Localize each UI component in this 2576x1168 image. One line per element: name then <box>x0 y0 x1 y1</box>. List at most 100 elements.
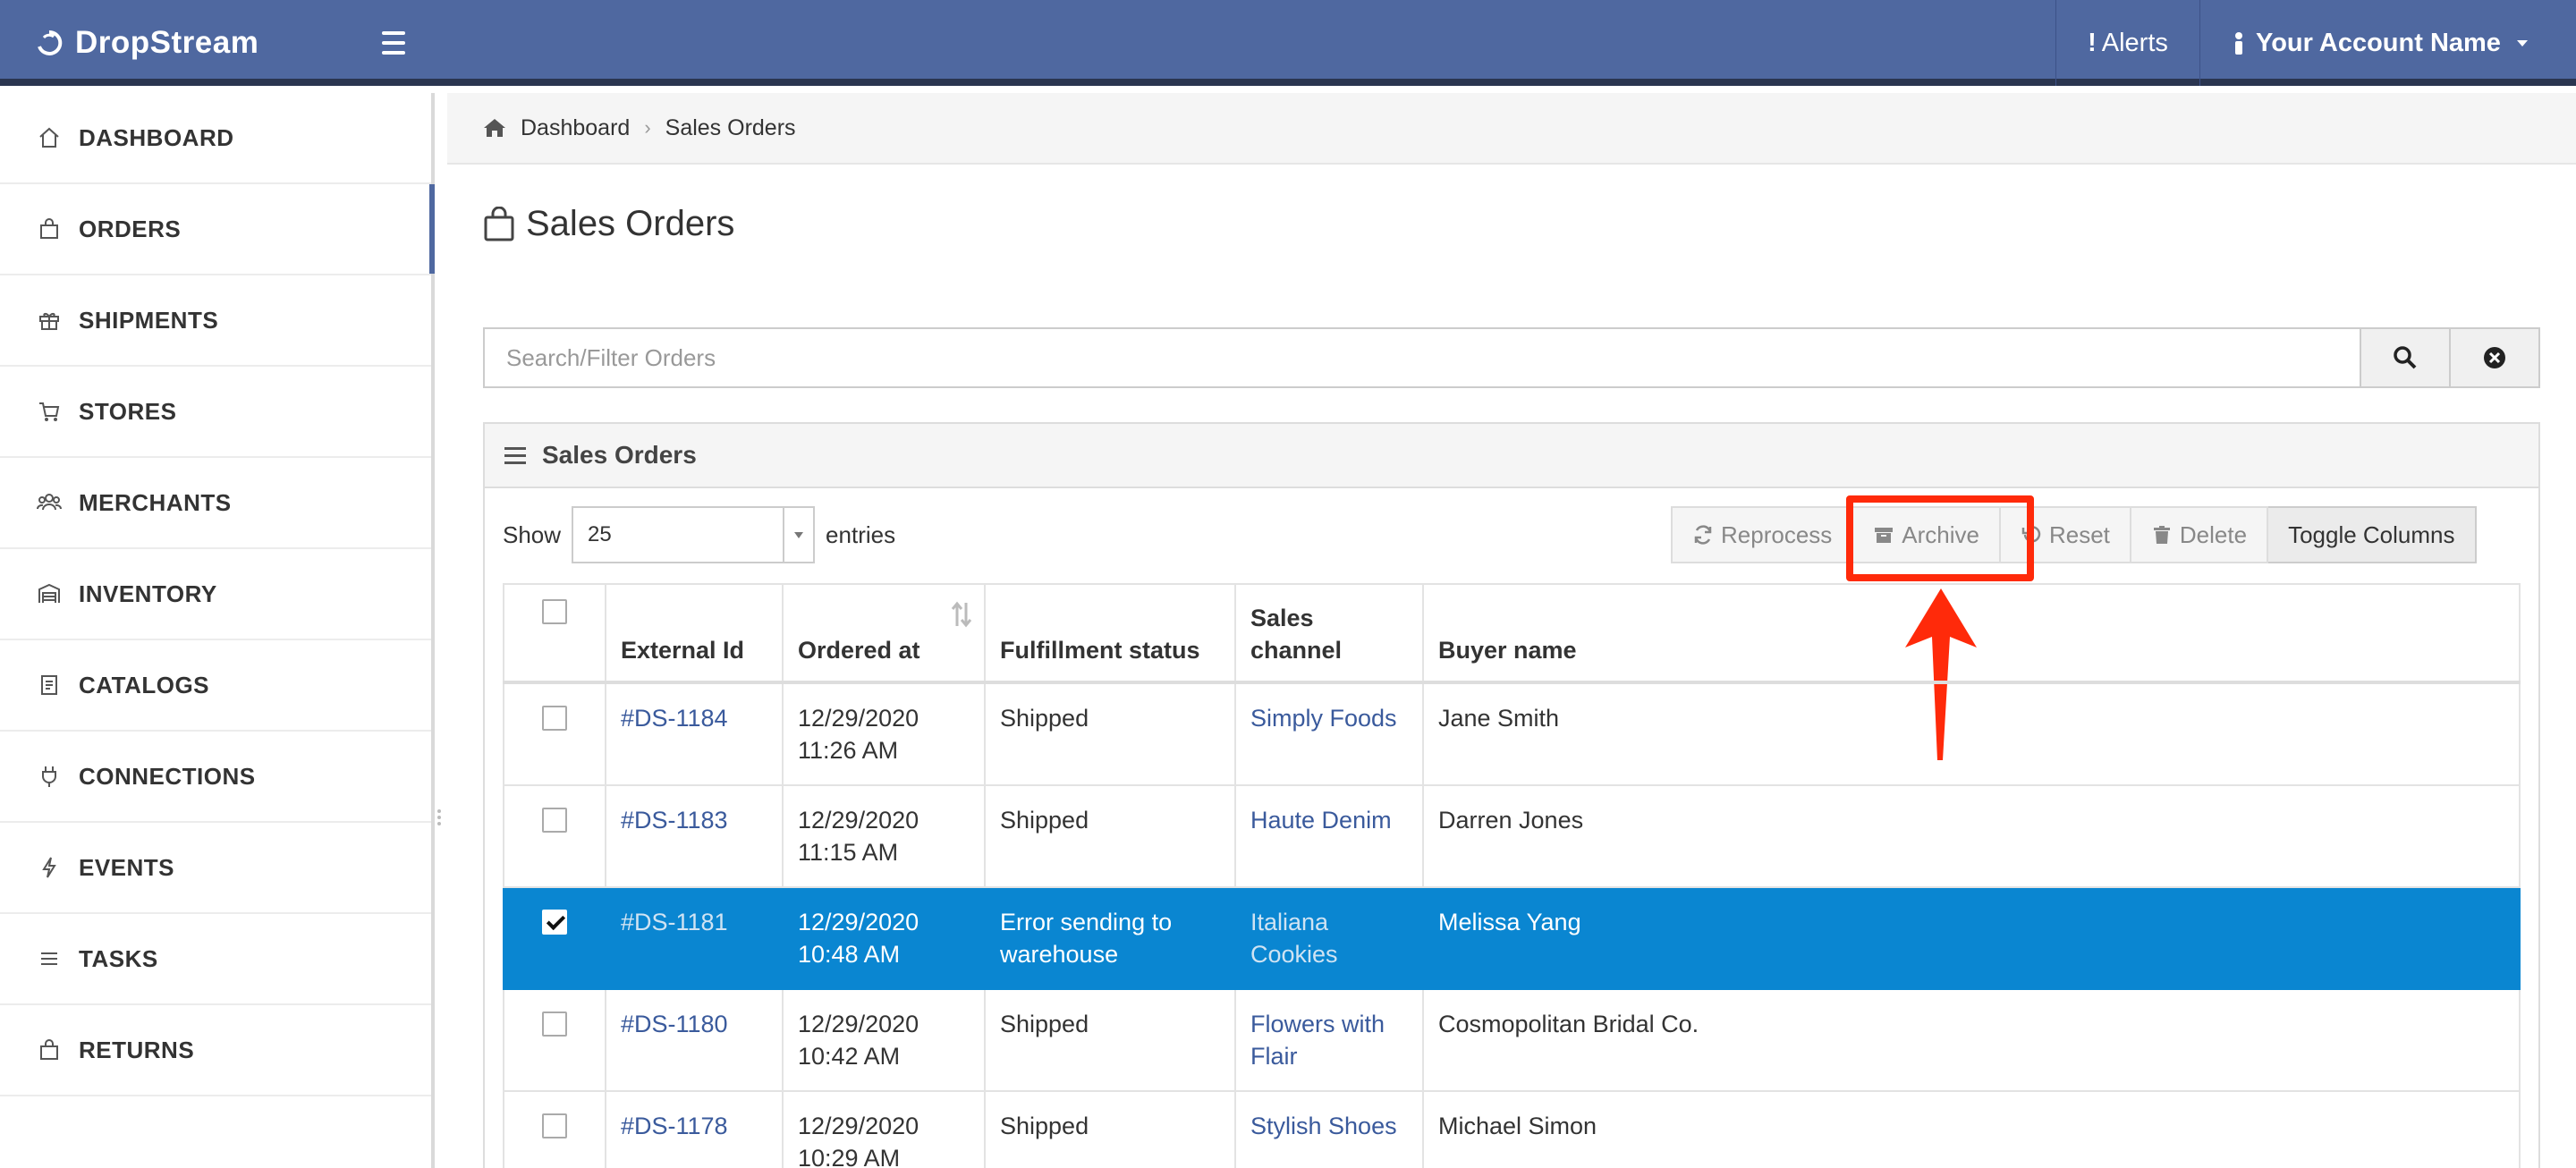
buyer-name-cell: Jane Smith <box>1422 681 2521 786</box>
order-id-link[interactable]: #DS-1178 <box>621 1113 728 1139</box>
row-checkbox[interactable] <box>542 1011 567 1037</box>
ordered-at-cell: 12/29/2020 10:48 AM <box>782 886 986 990</box>
reprocess-label: Reprocess <box>1721 521 1833 548</box>
table-action-buttons: Reprocess Archive Reset Delete Toggle Co… <box>1671 506 2477 563</box>
fulfillment-status-cell: Shipped <box>984 681 1236 786</box>
sidebar-item-dashboard[interactable]: DASHBOARD <box>0 93 431 184</box>
list-icon <box>36 945 63 972</box>
book-icon <box>36 672 63 698</box>
sidebar-item-connections[interactable]: CONNECTIONS <box>0 732 431 823</box>
gift-icon <box>36 307 63 334</box>
sales-channel-link[interactable]: Stylish Shoes <box>1250 1113 1397 1139</box>
chevron-down-icon <box>2516 39 2528 47</box>
sales-channel-link[interactable]: Simply Foods <box>1250 705 1397 732</box>
delete-button[interactable]: Delete <box>2131 506 2269 563</box>
column-header-buyer-name[interactable]: Buyer name <box>1422 583 2521 684</box>
entries-label: entries <box>826 521 896 548</box>
table-row-selected[interactable]: #DS-1181 12/29/2020 10:48 AM Error sendin… <box>503 886 2521 990</box>
column-header-sales-channel[interactable]: Sales channel <box>1234 583 1424 684</box>
panel-title: Sales Orders <box>542 441 697 469</box>
search-input[interactable] <box>483 327 2361 388</box>
shopping-bag-icon <box>36 216 63 242</box>
archive-button[interactable]: Archive <box>1853 506 2001 563</box>
column-header-fulfillment-status[interactable]: Fulfillment status <box>984 583 1236 684</box>
sidebar-item-label: STORES <box>79 397 177 425</box>
fulfillment-status-cell: Shipped <box>984 988 1236 1092</box>
account-name: Your Account Name <box>2256 28 2501 57</box>
select-all-checkbox[interactable] <box>542 599 567 624</box>
search-button[interactable] <box>2361 327 2451 388</box>
order-id-link[interactable]: #DS-1183 <box>621 807 728 834</box>
brand-name: DropStream <box>75 25 259 60</box>
brand-logo[interactable]: DropStream <box>36 0 258 86</box>
sidebar-resize-handle[interactable] <box>437 809 445 829</box>
plug-icon <box>36 763 63 790</box>
trash-icon <box>2153 526 2170 544</box>
ordered-at-cell: 12/29/2020 10:29 AM <box>782 1090 986 1168</box>
order-id-link[interactable]: #DS-1180 <box>621 1011 728 1037</box>
alerts-label: Alerts <box>2101 28 2168 57</box>
bolt-icon <box>36 854 63 881</box>
sidebar-item-merchants[interactable]: MERCHANTS <box>0 458 431 549</box>
sidebar-item-label: RETURNS <box>79 1036 195 1063</box>
row-checkbox[interactable] <box>542 706 567 731</box>
sales-channel-link[interactable]: Flowers with Flair <box>1250 1011 1385 1070</box>
menu-toggle-button[interactable] <box>376 25 411 61</box>
table-row[interactable]: #DS-1180 12/29/2020 10:42 AM Shipped Flow… <box>503 988 2521 1092</box>
breadcrumb-dashboard-link[interactable]: Dashboard <box>521 115 630 141</box>
clear-search-button[interactable] <box>2451 327 2540 388</box>
order-id-link[interactable]: #DS-1181 <box>621 909 728 935</box>
ordered-at-cell: 12/29/2020 11:26 AM <box>782 681 986 786</box>
breadcrumb: Dashboard › Sales Orders <box>447 93 2576 165</box>
column-header-label: Ordered at <box>798 637 920 664</box>
fulfillment-status-cell: Shipped <box>984 1090 1236 1168</box>
chevron-right-icon: › <box>644 116 651 139</box>
sidebar-item-stores[interactable]: STORES <box>0 367 431 458</box>
alerts-button[interactable]: ! Alerts <box>2056 0 2199 86</box>
breadcrumb-current: Sales Orders <box>665 114 796 140</box>
sidebar-item-shipments[interactable]: SHIPMENTS <box>0 275 431 367</box>
shopping-bag-icon <box>36 1037 63 1063</box>
ordered-at-cell: 12/29/2020 11:15 AM <box>782 784 986 888</box>
row-checkbox[interactable] <box>542 1113 567 1138</box>
row-checkbox-checked[interactable] <box>542 910 567 935</box>
reset-button[interactable]: Reset <box>2000 506 2131 563</box>
sidebar-item-label: SHIPMENTS <box>79 306 219 334</box>
order-id-link[interactable]: #DS-1184 <box>621 705 728 732</box>
sales-channel-link[interactable]: Italiana Cookies <box>1250 909 1338 968</box>
sales-orders-panel: Sales Orders Show 25 entries Reprocess A… <box>483 422 2540 1168</box>
column-header-external-id[interactable]: External Id <box>605 583 784 684</box>
sidebar-item-orders[interactable]: ORDERS <box>0 184 435 275</box>
ordered-at-cell: 12/29/2020 10:42 AM <box>782 988 986 1092</box>
account-menu[interactable]: Your Account Name <box>2200 0 2576 86</box>
table-row[interactable]: #DS-1183 12/29/2020 11:15 AM Shipped Haut… <box>503 784 2521 888</box>
column-header-ordered-at[interactable]: Ordered at <box>782 583 986 684</box>
sidebar-item-label: MERCHANTS <box>79 488 232 516</box>
reprocess-button[interactable]: Reprocess <box>1671 506 1854 563</box>
page-title-text: Sales Orders <box>526 204 735 243</box>
buyer-name-cell: Cosmopolitan Bridal Co. <box>1422 988 2521 1092</box>
sidebar-item-tasks[interactable]: TASKS <box>0 914 431 1005</box>
table-row[interactable]: #DS-1184 12/29/2020 11:26 AM Shipped Simp… <box>503 681 2521 786</box>
row-checkbox[interactable] <box>542 808 567 833</box>
user-icon <box>2235 32 2242 55</box>
entries-select[interactable]: 25 <box>572 506 816 563</box>
undo-icon <box>2021 526 2041 543</box>
select-all-cell <box>503 583 606 684</box>
sort-icon <box>951 601 972 628</box>
toggle-columns-button[interactable]: Toggle Columns <box>2268 506 2477 563</box>
sidebar-item-label: ORDERS <box>79 215 182 242</box>
sidebar-item-label: EVENTS <box>79 853 175 881</box>
sidebar-item-inventory[interactable]: INVENTORY <box>0 549 431 640</box>
sidebar-item-returns[interactable]: RETURNS <box>0 1005 431 1096</box>
top-navbar: DropStream ! Alerts Your Account Name <box>0 0 2576 86</box>
sidebar-item-events[interactable]: EVENTS <box>0 823 431 914</box>
sidebar-item-catalogs[interactable]: CATALOGS <box>0 640 431 732</box>
sales-channel-link[interactable]: Haute Denim <box>1250 807 1392 834</box>
table-row[interactable]: #DS-1178 12/29/2020 10:29 AM Shipped Styl… <box>503 1090 2521 1168</box>
exclamation-icon: ! <box>2088 28 2097 57</box>
shopping-bag-icon <box>484 206 514 241</box>
sidebar-item-label: CONNECTIONS <box>79 762 256 790</box>
search-bar <box>483 327 2540 388</box>
entries-select-value: 25 <box>588 522 612 546</box>
